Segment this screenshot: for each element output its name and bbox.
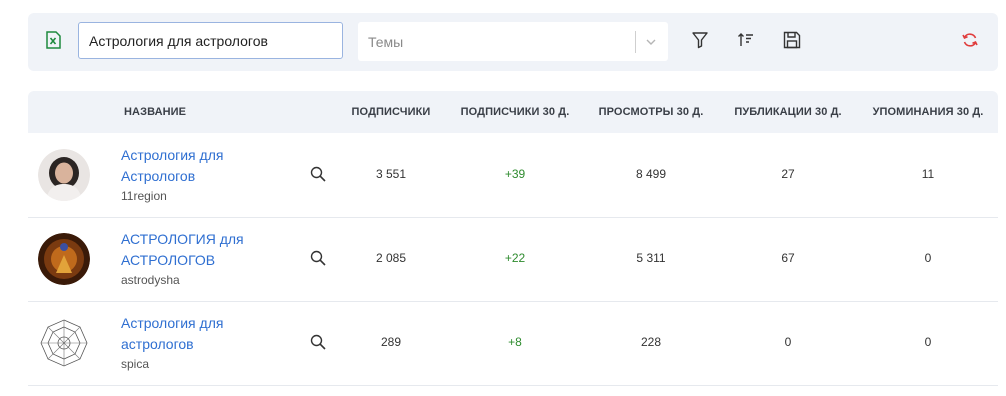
posts-30d-value: 27 [781,167,795,181]
column-header-views-30d[interactable]: ПРОСМОТРЫ 30 Д. [599,106,704,118]
channel-name-link[interactable]: АСТРОЛОГИЯ для АСТРОЛОГОВ [121,229,261,271]
mentions-30d-value: 11 [921,167,935,181]
avatar [38,317,90,369]
avatar [38,233,90,285]
views-30d-value: 228 [640,335,662,349]
column-header-subscribers-30d[interactable]: ПОДПИСЧИКИ 30 Д. [461,106,570,118]
mentions-30d-value: 0 [924,251,932,265]
table-row: АСТРОЛОГИЯ для АСТРОЛОГОВ astrodysha 2 0… [28,217,998,302]
save-icon[interactable] [782,30,802,50]
subscribers-30d-value: +22 [504,251,526,265]
search-input[interactable] [78,22,343,59]
views-30d-value: 8 499 [635,167,667,181]
subscribers-30d-value: +8 [508,335,522,349]
search-icon[interactable] [310,334,326,350]
topics-select[interactable]: Темы [358,22,668,61]
column-header-name[interactable]: НАЗВАНИЕ [124,106,186,118]
views-30d-value: 5 311 [636,251,666,265]
channel-handle: spica [121,357,150,371]
avatar [38,149,90,201]
posts-30d-value: 67 [781,251,795,265]
topics-divider [635,31,636,53]
channel-name-link[interactable]: Астрология для Астрологов [121,145,261,187]
chevron-down-icon[interactable] [644,35,658,49]
table-row: Астрология для Астрологов 11region 3 551… [28,133,998,218]
subscribers-value: 2 085 [375,251,407,265]
column-header-subscribers[interactable]: ПОДПИСЧИКИ [352,106,431,118]
channel-handle: astrodysha [121,273,180,287]
table-header: НАЗВАНИЕ ПОДПИСЧИКИ ПОДПИСЧИКИ 30 Д. ПРО… [28,91,998,133]
subscribers-value: 289 [380,335,402,349]
refresh-icon[interactable] [960,30,980,50]
column-header-mentions-30d[interactable]: УПОМИНАНИЯ 30 Д. [873,106,984,118]
channel-name-link[interactable]: Астрология для астрологов [121,313,261,355]
topics-placeholder: Темы [368,34,404,50]
channel-handle: 11region [121,189,167,203]
subscribers-30d-value: +39 [504,167,526,181]
mentions-30d-value: 0 [924,335,932,349]
subscribers-value: 3 551 [375,167,407,181]
excel-export-icon[interactable] [45,31,61,49]
sort-icon[interactable] [736,30,756,50]
channels-table: НАЗВАНИЕ ПОДПИСЧИКИ ПОДПИСЧИКИ 30 Д. ПРО… [28,91,998,396]
column-header-posts-30d[interactable]: ПУБЛИКАЦИИ 30 Д. [734,106,841,118]
posts-30d-value: 0 [784,335,792,349]
filter-icon[interactable] [690,30,710,50]
table-row: Астрология для астрологов spica 289 +8 2… [28,301,998,386]
toolbar: Темы [28,13,998,71]
search-icon[interactable] [310,250,326,266]
search-icon[interactable] [310,166,326,182]
